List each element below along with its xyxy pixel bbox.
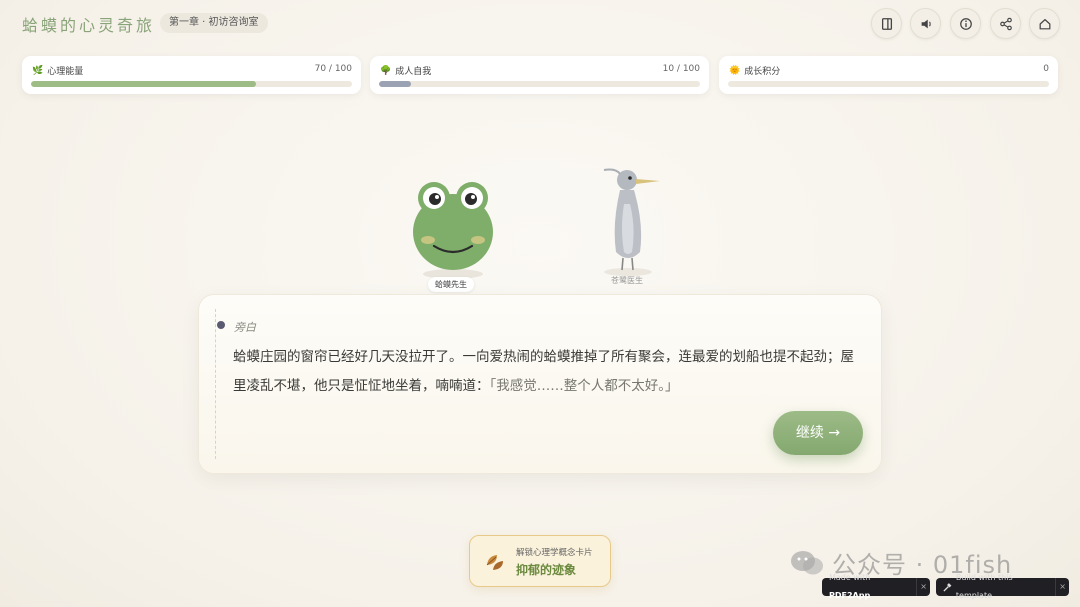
home-icon bbox=[1039, 18, 1050, 29]
share-button[interactable] bbox=[990, 8, 1021, 39]
hammer-icon bbox=[943, 582, 952, 592]
progress-track bbox=[728, 81, 1049, 87]
concept-title: 抑郁的迹象 bbox=[516, 563, 577, 577]
info-icon bbox=[959, 17, 972, 30]
stat-label: 成长积分 bbox=[744, 67, 781, 77]
stat-card-growth-points: 🌞 成长积分 0 bbox=[719, 56, 1058, 94]
frog-name-tag: 蛤蟆先生 bbox=[428, 277, 474, 292]
stat-card-energy: 🌿 心理能量 70 / 100 bbox=[22, 56, 361, 94]
build-template-badge[interactable]: Build with this template × bbox=[936, 573, 1069, 600]
heron-character[interactable] bbox=[598, 164, 660, 276]
stat-label: 成人自我 bbox=[395, 67, 432, 77]
home-button[interactable] bbox=[1029, 8, 1060, 39]
stat-value: 0 bbox=[1043, 64, 1049, 74]
book-button[interactable] bbox=[871, 8, 902, 39]
unlock-concept-card[interactable]: 解锁心理学概念卡片 抑郁的迹象 bbox=[469, 535, 611, 587]
wechat-icon bbox=[791, 550, 823, 574]
dialog-text: 蛤蟆庄园的窗帘已经好几天没拉开了。一向爱热闹的蛤蟆推掉了所有聚会，连最爱的划船也… bbox=[233, 343, 863, 401]
book-icon bbox=[881, 17, 892, 30]
leaves-icon bbox=[486, 555, 503, 570]
made-with-badge[interactable]: Made with PDF2App × bbox=[822, 573, 930, 600]
progress-fill bbox=[31, 81, 256, 87]
sun-icon: 🌞 bbox=[729, 65, 741, 76]
dialog-rail bbox=[215, 309, 216, 459]
unlock-hint: 解锁心理学概念卡片 bbox=[516, 548, 593, 558]
stat-value: 70 / 100 bbox=[314, 64, 352, 74]
progress-track bbox=[31, 81, 352, 87]
dialog-box: 旁白 蛤蟆庄园的窗帘已经好几天没拉开了。一向爱热闹的蛤蟆推掉了所有聚会，连最爱的… bbox=[198, 294, 882, 474]
speaker-dot bbox=[217, 321, 225, 329]
build-close-button[interactable]: × bbox=[1055, 578, 1069, 596]
made-with-close-button[interactable]: × bbox=[916, 578, 930, 596]
info-button[interactable] bbox=[950, 8, 981, 39]
tree-icon: 🌳 bbox=[380, 65, 392, 76]
stat-value: 10 / 100 bbox=[662, 64, 700, 74]
progress-fill bbox=[379, 81, 412, 87]
volume-button[interactable] bbox=[910, 8, 941, 39]
frog-character[interactable] bbox=[410, 180, 496, 280]
made-with-brand: PDF2App bbox=[829, 591, 871, 600]
stat-card-adult-self: 🌳 成人自我 10 / 100 bbox=[370, 56, 709, 94]
continue-button[interactable]: 继续 → bbox=[773, 411, 863, 455]
chapter-badge: 第一章 · 初访咨询室 bbox=[160, 13, 268, 33]
app-title: 蛤蟆的心灵奇旅 bbox=[22, 16, 156, 35]
build-template-label: Build with this template bbox=[955, 573, 1013, 600]
share-icon bbox=[999, 17, 1012, 30]
progress-track bbox=[379, 81, 700, 87]
top-bar: 蛤蟆的心灵奇旅 第一章 · 初访咨询室 bbox=[0, 0, 1080, 46]
heron-name-tag: 苍鹭医生 bbox=[611, 276, 643, 285]
speaker-label: 旁白 bbox=[234, 321, 256, 334]
volume-icon bbox=[921, 19, 931, 28]
sprout-icon: 🌿 bbox=[32, 65, 44, 76]
stat-label: 心理能量 bbox=[47, 67, 84, 77]
made-with-prefix: Made with bbox=[829, 573, 871, 582]
dialog-quote-text: 「我感觉……整个人都不太好。」 bbox=[489, 378, 679, 394]
